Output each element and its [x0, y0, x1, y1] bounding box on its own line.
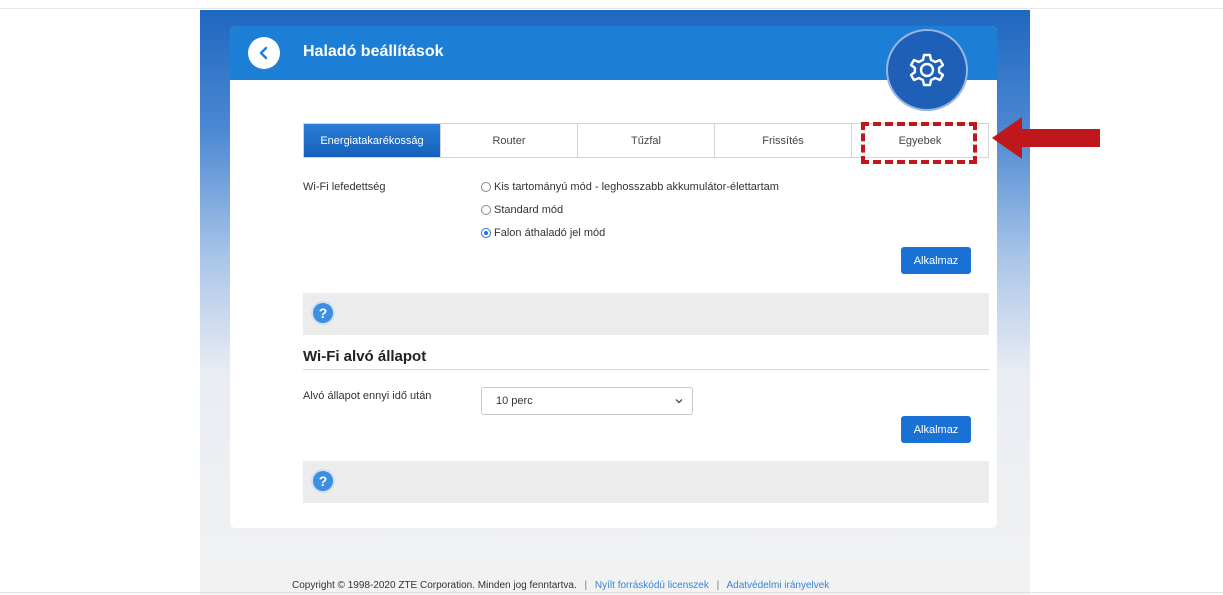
radio-standard-label: Standard mód — [494, 204, 564, 216]
radio-standard-control[interactable] — [481, 205, 491, 215]
footer-link-licenses[interactable]: Nyílt forráskódú licenszek — [595, 580, 709, 591]
section-divider — [303, 369, 989, 370]
radio-through-wall[interactable]: Falon áthaladó jel mód — [481, 227, 605, 239]
help-icon[interactable]: ? — [313, 471, 333, 491]
chevron-down-icon — [675, 399, 683, 404]
top-divider — [0, 8, 1223, 9]
bottom-divider — [0, 592, 1223, 593]
gear-icon — [909, 53, 945, 87]
help-bar-sleep: ? — [303, 461, 989, 503]
arrow-left-icon — [992, 117, 1100, 159]
footer-separator: | — [584, 580, 588, 591]
wifi-sleep-title: Wi-Fi alvó állapot — [303, 348, 427, 365]
annotation-highlight-box — [861, 122, 977, 164]
apply-coverage-button[interactable]: Alkalmaz — [901, 247, 971, 274]
gear-badge — [886, 29, 968, 111]
card-header: Haladó beállítások — [230, 26, 997, 80]
help-bar-coverage: ? — [303, 293, 989, 335]
footer: Copyright © 1998-2020 ZTE Corporation. M… — [292, 580, 829, 591]
footer-link-privacy[interactable]: Adatvédelmi irányelvek — [726, 580, 829, 591]
sleep-time-select[interactable]: 10 perc — [481, 387, 693, 415]
sleep-after-label: Alvó állapot ennyi idő után — [303, 390, 432, 402]
sleep-time-value: 10 perc — [496, 395, 533, 407]
tab-update[interactable]: Frissítés — [715, 124, 852, 157]
footer-copyright: Copyright © 1998-2020 ZTE Corporation. M… — [292, 580, 577, 591]
radio-through-wall-label: Falon áthaladó jel mód — [494, 227, 606, 239]
tab-router[interactable]: Router — [441, 124, 578, 157]
tab-energy-saving[interactable]: Energiatakarékosság — [304, 124, 441, 157]
footer-separator: | — [716, 580, 720, 591]
settings-card: Haladó beállítások Energiatakarékosság R… — [230, 26, 997, 528]
radio-short-range-control[interactable] — [481, 182, 491, 192]
radio-short-range-label: Kis tartományú mód - leghosszabb akkumul… — [494, 181, 779, 193]
radio-short-range[interactable]: Kis tartományú mód - leghosszabb akkumul… — [481, 181, 779, 193]
page-title: Haladó beállítások — [303, 43, 444, 60]
radio-through-wall-control[interactable] — [481, 228, 491, 238]
back-button[interactable] — [248, 37, 280, 69]
tab-firewall[interactable]: Tűzfal — [578, 124, 715, 157]
apply-sleep-button[interactable]: Alkalmaz — [901, 416, 971, 443]
help-icon[interactable]: ? — [313, 303, 333, 323]
radio-standard[interactable]: Standard mód — [481, 204, 563, 216]
chevron-left-icon — [259, 46, 268, 60]
wifi-coverage-label: Wi-Fi lefedettség — [303, 181, 386, 193]
